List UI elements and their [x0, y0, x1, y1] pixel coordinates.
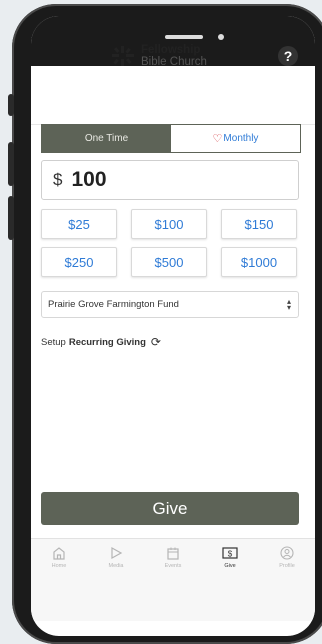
- preset-amount-button[interactable]: $250: [41, 247, 117, 277]
- recurring-link-label: Recurring Giving: [68, 336, 146, 348]
- nav-events-label: Events: [164, 563, 182, 569]
- nav-events[interactable]: Events: [145, 539, 201, 585]
- preset-amount-button[interactable]: $500: [131, 247, 207, 277]
- fellowship-logo-mark: [112, 46, 134, 66]
- tab-one-time-label: One Time: [84, 133, 129, 144]
- nav-give[interactable]: $ Give: [202, 539, 258, 585]
- front-camera: [218, 34, 224, 40]
- calendar-icon: [167, 547, 179, 560]
- fund-select-value: Prairie Grove Farmington Fund: [48, 299, 179, 310]
- frequency-toggle: One Time ♡ Monthly: [41, 124, 301, 153]
- bottom-tab-bar: Home Media Events $ Give Profile: [31, 538, 315, 621]
- recurring-giving-link[interactable]: Setup Recurring Giving ⟳: [41, 335, 161, 349]
- currency-symbol: $: [53, 170, 63, 189]
- fund-select[interactable]: Prairie Grove Farmington Fund ▴ ▾: [41, 291, 299, 318]
- nav-media[interactable]: Media: [88, 539, 144, 585]
- tab-monthly-label: Monthly: [223, 133, 259, 144]
- svg-text:$: $: [228, 550, 233, 559]
- church-logo: Fellowship Bible Church: [111, 44, 207, 68]
- nav-give-label: Give: [224, 563, 236, 569]
- volume-down-button: [8, 196, 14, 240]
- app-header: [31, 66, 315, 125]
- preset-amount-button[interactable]: $25: [41, 209, 117, 239]
- preset-amount-button[interactable]: $100: [131, 209, 207, 239]
- nav-home[interactable]: Home: [31, 539, 87, 585]
- mute-switch: [8, 94, 14, 116]
- nav-profile-label: Profile: [279, 563, 295, 569]
- recurring-prefix: Setup: [41, 336, 66, 348]
- speaker-grille: [165, 35, 203, 39]
- sync-icon: ⟳: [150, 335, 161, 349]
- play-icon: [111, 546, 123, 560]
- app-screen: Fellowship Bible Church ? One Time ♡ Mon…: [31, 16, 315, 636]
- amount-input[interactable]: $ 100: [41, 160, 299, 200]
- nav-profile[interactable]: Profile: [259, 539, 315, 585]
- nav-media-label: Media: [108, 563, 124, 569]
- logo-line1: Fellowship: [141, 44, 201, 56]
- tab-one-time[interactable]: One Time: [42, 125, 171, 152]
- dollar-icon: $: [222, 547, 238, 559]
- amount-value: 100: [71, 168, 107, 191]
- give-button[interactable]: Give: [41, 492, 299, 525]
- help-icon[interactable]: ?: [278, 46, 298, 66]
- volume-up-button: [8, 142, 14, 186]
- tab-monthly[interactable]: ♡ Monthly: [171, 125, 300, 152]
- logo-line2: Bible Church: [141, 56, 207, 68]
- profile-icon: [280, 546, 294, 560]
- home-icon: [53, 547, 65, 560]
- select-arrows-icon: ▴ ▾: [286, 296, 291, 312]
- preset-amount-button[interactable]: $1000: [221, 247, 297, 277]
- heart-icon: ♡: [212, 133, 223, 145]
- give-button-label: Give: [152, 498, 188, 518]
- preset-amount-button[interactable]: $150: [221, 209, 297, 239]
- nav-home-label: Home: [51, 563, 67, 569]
